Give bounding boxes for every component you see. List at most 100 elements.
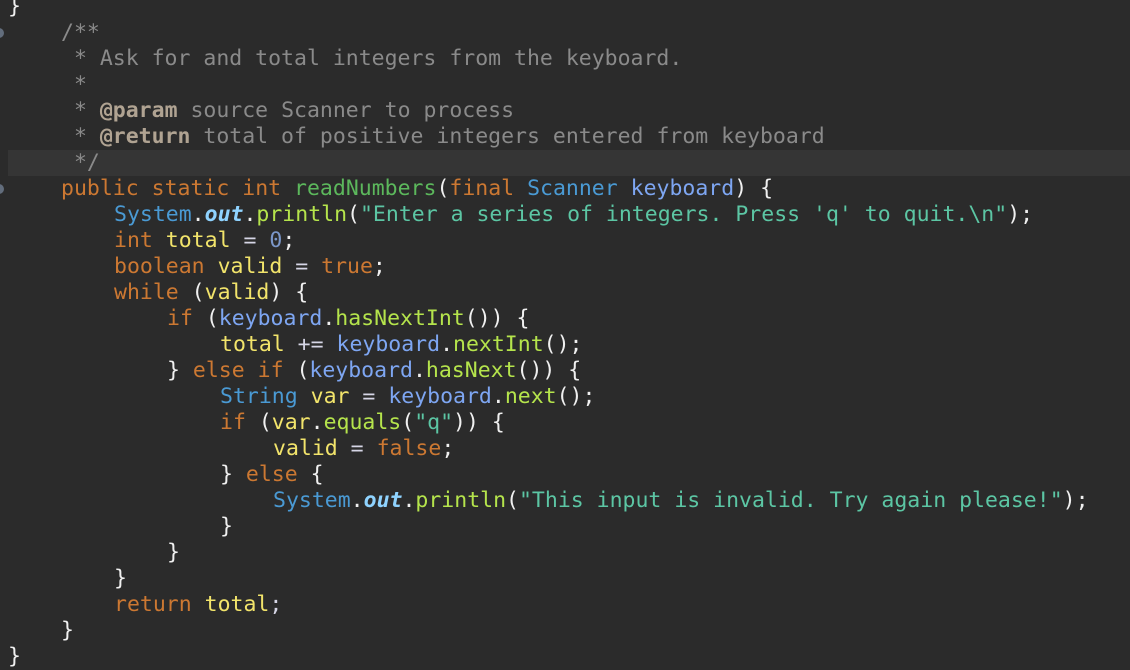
token-punct bbox=[245, 358, 258, 383]
code-line-content: total += keyboard.nextInt(); bbox=[0, 332, 582, 358]
code-line-content: public static int readNumbers(final Scan… bbox=[0, 176, 773, 202]
token-punct: (); bbox=[556, 384, 596, 409]
code-line[interactable]: return total; bbox=[0, 592, 1130, 618]
code-line[interactable]: } bbox=[0, 566, 1130, 592]
token-punct: ( bbox=[178, 280, 205, 305]
code-line[interactable]: /** bbox=[0, 20, 1130, 46]
token-comment: total of positive integers entered from … bbox=[190, 124, 825, 149]
code-line[interactable]: public static int readNumbers(final Scan… bbox=[0, 176, 1130, 202]
code-line-content: } bbox=[0, 0, 21, 20]
code-line[interactable]: } bbox=[0, 540, 1130, 566]
token-punct: } bbox=[8, 644, 21, 669]
code-line[interactable]: System.out.println("Enter a series of in… bbox=[0, 202, 1130, 228]
code-line[interactable]: } else { bbox=[0, 462, 1130, 488]
code-line[interactable]: } else if (keyboard.hasNext()) { bbox=[0, 358, 1130, 384]
token-local: valid bbox=[273, 436, 338, 461]
code-line[interactable]: int total = 0; bbox=[0, 228, 1130, 254]
token-type: Scanner bbox=[527, 176, 618, 201]
code-line[interactable]: System.out.println("This input is invali… bbox=[0, 488, 1130, 514]
token-kw: if bbox=[220, 410, 246, 435]
code-line[interactable]: String var = keyboard.next(); bbox=[0, 384, 1130, 410]
token-method: println bbox=[415, 488, 507, 513]
token-comment: * bbox=[61, 124, 100, 149]
token-kw: while bbox=[114, 280, 179, 305]
token-tag: @return bbox=[99, 124, 191, 149]
token-punct: { bbox=[297, 462, 324, 487]
code-line[interactable]: } bbox=[0, 0, 1130, 20]
token-punct: . bbox=[440, 332, 454, 357]
code-line-content: */ bbox=[0, 150, 100, 176]
code-line-content: boolean valid = true; bbox=[0, 254, 386, 280]
code-line-content: * Ask for and total integers from the ke… bbox=[0, 46, 682, 72]
token-param: keyboard bbox=[336, 332, 441, 357]
token-kw: if bbox=[167, 306, 193, 331]
code-line[interactable]: } bbox=[0, 644, 1130, 670]
token-punct: . bbox=[402, 488, 416, 513]
code-line[interactable]: * @param source Scanner to process bbox=[0, 98, 1130, 124]
token-punct: } bbox=[114, 566, 127, 591]
token-comment: /** bbox=[61, 20, 100, 45]
token-punct: ; bbox=[372, 254, 386, 279]
code-editor[interactable]: } /** * Ask for and total integers from t… bbox=[0, 0, 1130, 670]
token-kw: false bbox=[376, 436, 442, 461]
token-string: "Enter a series of integers. Press 'q' t… bbox=[359, 202, 1008, 227]
token-punct bbox=[153, 228, 166, 253]
token-op: = bbox=[230, 228, 270, 253]
token-type: String bbox=[220, 384, 298, 409]
code-line-content: * bbox=[0, 72, 87, 98]
code-line-content: } bbox=[0, 540, 180, 566]
code-line[interactable]: } bbox=[0, 618, 1130, 644]
token-punct: ( bbox=[401, 410, 415, 435]
token-local: total bbox=[165, 228, 231, 253]
token-punct: } bbox=[220, 514, 233, 539]
token-string: "q" bbox=[414, 410, 454, 435]
token-kw: true bbox=[321, 254, 373, 279]
code-line[interactable]: while (valid) { bbox=[0, 280, 1130, 306]
code-line-content: System.out.println("This input is invali… bbox=[0, 488, 1089, 514]
token-type: System bbox=[273, 488, 351, 513]
token-punct: . bbox=[350, 488, 364, 513]
token-param: keyboard bbox=[218, 306, 323, 331]
code-line[interactable]: if (var.equals("q")) { bbox=[0, 410, 1130, 436]
token-punct: )) { bbox=[453, 410, 505, 435]
token-punct: ; bbox=[441, 436, 455, 461]
token-kw: int bbox=[242, 176, 282, 201]
token-static-field: out bbox=[204, 202, 244, 227]
code-line[interactable]: * @return total of positive integers ent… bbox=[0, 124, 1130, 150]
token-punct bbox=[205, 254, 218, 279]
code-line[interactable]: valid = false; bbox=[0, 436, 1130, 462]
token-punct: } bbox=[8, 0, 21, 19]
token-kw: else bbox=[192, 358, 245, 383]
token-punct: ( bbox=[245, 410, 272, 435]
code-line[interactable]: * Ask for and total integers from the ke… bbox=[0, 46, 1130, 72]
code-line[interactable]: total += keyboard.nextInt(); bbox=[0, 332, 1130, 358]
token-punct bbox=[281, 176, 294, 201]
token-op: = bbox=[282, 254, 322, 279]
token-punct: ); bbox=[1007, 202, 1034, 227]
token-kw: boolean bbox=[114, 254, 205, 279]
code-line[interactable]: } bbox=[0, 514, 1130, 540]
token-punct: ( bbox=[192, 306, 219, 331]
token-punct: } bbox=[167, 540, 180, 565]
token-op: = bbox=[337, 436, 377, 461]
token-param: keyboard bbox=[630, 176, 735, 201]
token-punct: ) { bbox=[269, 280, 309, 305]
code-line-current[interactable]: */ bbox=[8, 150, 1130, 176]
token-punct: } bbox=[220, 462, 246, 487]
token-param: keyboard bbox=[309, 358, 413, 383]
code-line-content: } bbox=[0, 566, 127, 592]
token-comment: * bbox=[61, 72, 87, 97]
token-op: += bbox=[284, 332, 337, 357]
token-param: keyboard bbox=[388, 384, 492, 409]
token-punct bbox=[298, 384, 311, 409]
token-punct: ; bbox=[282, 228, 296, 253]
token-comment: */ bbox=[61, 150, 100, 175]
code-line[interactable]: if (keyboard.hasNextInt()) { bbox=[0, 306, 1130, 332]
code-line-content: if (var.equals("q")) { bbox=[0, 410, 505, 436]
code-line-content: } else { bbox=[0, 462, 324, 488]
token-op: = bbox=[349, 384, 389, 409]
code-line[interactable]: * bbox=[0, 72, 1130, 98]
token-local: var bbox=[271, 410, 311, 435]
code-line[interactable]: boolean valid = true; bbox=[0, 254, 1130, 280]
token-punct: ()) { bbox=[464, 306, 530, 331]
